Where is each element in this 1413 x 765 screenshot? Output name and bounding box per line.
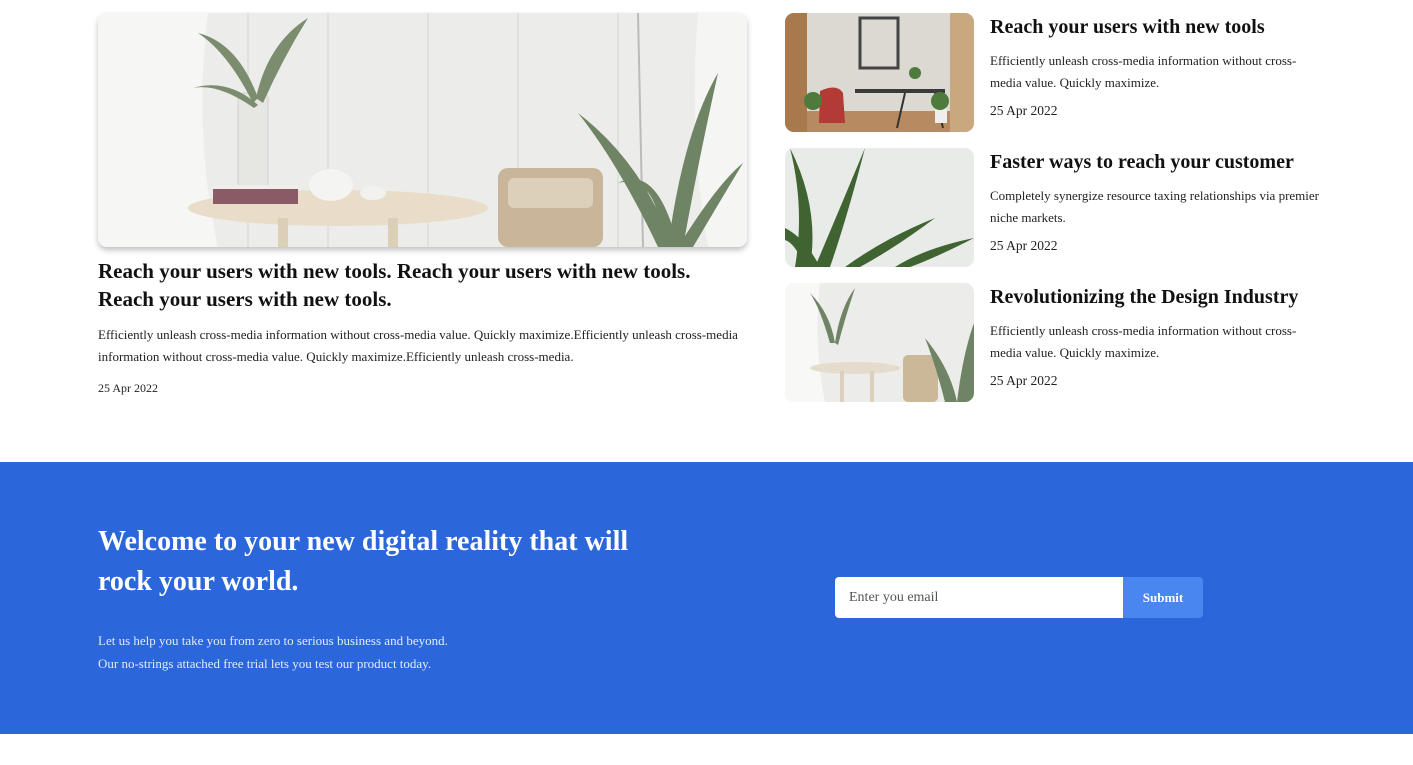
side-post[interactable]: Revolutionizing the Design Industry Effi…: [785, 283, 1325, 418]
side-post-list: Reach your users with new tools Efficien…: [785, 13, 1325, 418]
submit-button[interactable]: Submit: [1123, 577, 1203, 618]
featured-post-excerpt: Efficiently unleash cross-media informat…: [98, 327, 738, 364]
side-post-excerpt: Efficiently unleash cross-media informat…: [990, 323, 1297, 360]
cta-subtext: Let us help you take you from zero to se…: [98, 629, 638, 675]
side-post[interactable]: Faster ways to reach your customer Compl…: [785, 148, 1325, 283]
newsletter-cta-section: Welcome to your new digital reality that…: [0, 462, 1413, 734]
side-post-image[interactable]: [785, 13, 974, 132]
newsletter-form: Submit: [835, 577, 1203, 618]
side-post-excerpt: Completely synergize resource taxing rel…: [990, 188, 1319, 225]
side-post-date: 25 Apr 2022: [990, 103, 1058, 118]
side-post-date: 25 Apr 2022: [990, 373, 1058, 388]
side-post-title[interactable]: Reach your users with new tools: [990, 13, 1320, 41]
side-post-image[interactable]: [785, 148, 974, 267]
side-post-date: 25 Apr 2022: [990, 238, 1058, 253]
cta-heading: Welcome to your new digital reality that…: [98, 526, 629, 597]
side-post-title[interactable]: Faster ways to reach your customer: [990, 148, 1320, 176]
featured-post-title[interactable]: Reach your users with new tools. Reach y…: [98, 257, 747, 313]
featured-post-date: 25 Apr 2022: [98, 381, 158, 395]
side-post[interactable]: Reach your users with new tools Efficien…: [785, 13, 1325, 148]
side-post-excerpt: Efficiently unleash cross-media informat…: [990, 53, 1297, 90]
featured-post-image[interactable]: [98, 13, 747, 247]
email-input[interactable]: [835, 577, 1123, 618]
cta-subtext-line: Let us help you take you from zero to se…: [98, 633, 448, 648]
side-post-image[interactable]: [785, 283, 974, 402]
featured-post[interactable]: Reach your users with new tools. Reach y…: [98, 13, 747, 396]
blog-section: Reach your users with new tools. Reach y…: [0, 0, 1413, 462]
side-post-title[interactable]: Revolutionizing the Design Industry: [990, 283, 1320, 311]
cta-subtext-line: Our no-strings attached free trial lets …: [98, 656, 432, 671]
